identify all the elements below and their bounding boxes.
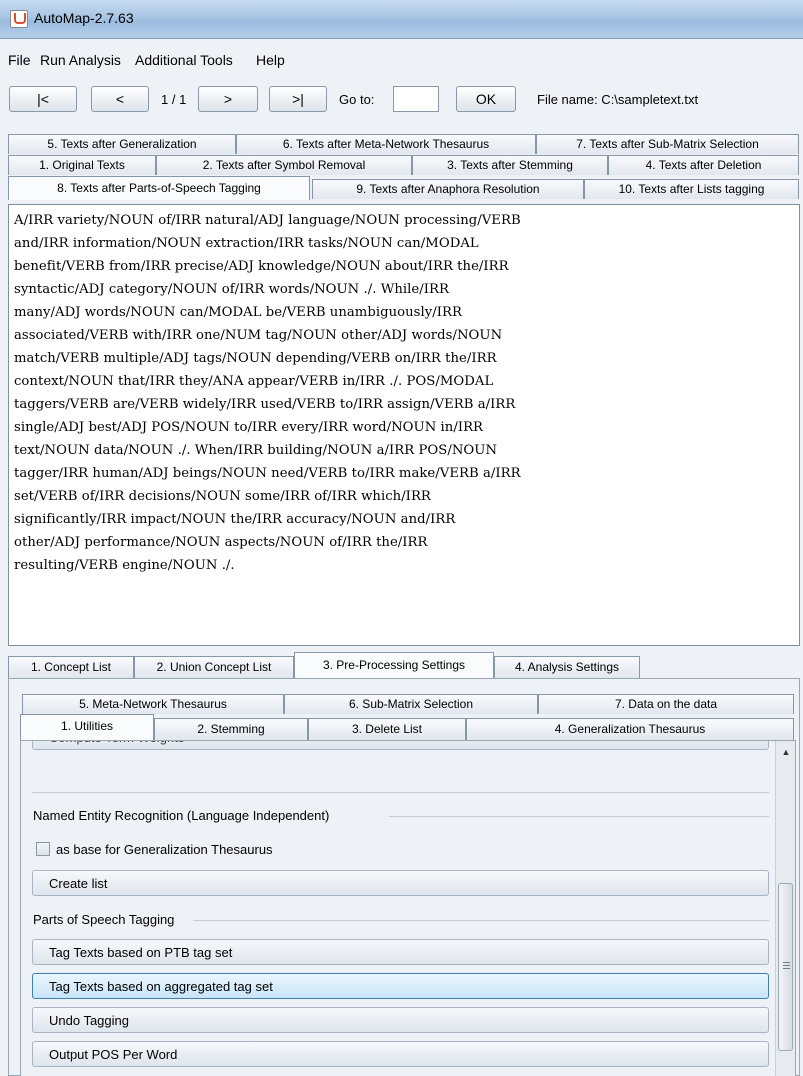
ok-button[interactable]: OK — [456, 86, 516, 112]
tab-pre-processing-settings[interactable]: 3. Pre-Processing Settings — [294, 652, 494, 678]
first-page-button[interactable]: |< — [9, 86, 77, 112]
tab-texts-generalization[interactable]: 5. Texts after Generalization — [8, 134, 236, 154]
tab-data-on-the-data[interactable]: 7. Data on the data — [538, 694, 794, 714]
tag-aggregated-button[interactable]: Tag Texts based on aggregated tag set — [32, 973, 769, 999]
goto-input[interactable] — [393, 86, 439, 112]
scroll-up-arrow-icon[interactable]: ▲ — [776, 741, 795, 761]
create-list-button[interactable]: Create list — [32, 870, 769, 896]
tab-analysis-settings[interactable]: 4. Analysis Settings — [494, 656, 640, 678]
tab-generalization-thesaurus[interactable]: 4. Generalization Thesaurus — [466, 718, 794, 740]
tab-texts-anaphora[interactable]: 9. Texts after Anaphora Resolution — [312, 179, 584, 199]
tab-texts-stemming[interactable]: 3. Texts after Stemming — [412, 155, 608, 175]
pos-group-line — [193, 920, 769, 921]
grip-icon — [783, 962, 790, 970]
group-separator — [32, 750, 769, 793]
java-icon — [10, 10, 28, 28]
tab-sub-matrix-selection[interactable]: 6. Sub-Matrix Selection — [284, 694, 538, 714]
tab-texts-meta-network[interactable]: 6. Texts after Meta-Network Thesaurus — [236, 134, 536, 154]
navigation-toolbar: |< < 1 / 1 > >| Go to: OK File name: C:\… — [0, 78, 803, 122]
tag-ptb-button[interactable]: Tag Texts based on PTB tag set — [32, 939, 769, 965]
tab-concept-list[interactable]: 1. Concept List — [8, 656, 134, 678]
undo-tagging-button[interactable]: Undo Tagging — [32, 1007, 769, 1033]
menu-additional-tools[interactable]: Additional Tools — [135, 52, 233, 68]
menu-run-analysis[interactable]: Run Analysis — [40, 52, 121, 68]
vertical-scrollbar[interactable]: ▲ — [775, 741, 795, 1076]
title-bar: AutoMap-2.7.63 — [0, 0, 803, 39]
generalization-base-checkbox[interactable] — [36, 842, 50, 856]
tab-texts-deletion[interactable]: 4. Texts after Deletion — [608, 155, 799, 175]
tab-texts-lists-tagging[interactable]: 10. Texts after Lists tagging — [584, 179, 799, 199]
pos-group-label: Parts of Speech Tagging — [33, 912, 175, 927]
app-window: AutoMap-2.7.63 File Run Analysis Additio… — [0, 0, 803, 1076]
last-page-button[interactable]: >| — [269, 86, 327, 112]
menu-bar: File Run Analysis Additional Tools Help — [0, 44, 803, 72]
scroll-thumb[interactable] — [778, 883, 793, 1051]
goto-label: Go to: — [339, 92, 375, 107]
checkbox-label: as base for Generalization Thesaurus — [56, 842, 273, 857]
output-pos-button[interactable]: Output POS Per Word — [32, 1041, 769, 1067]
next-page-button[interactable]: > — [198, 86, 258, 112]
tab-stemming[interactable]: 2. Stemming — [154, 718, 308, 740]
tab-texts-sub-matrix[interactable]: 7. Texts after Sub-Matrix Selection — [536, 134, 799, 154]
ner-group-line — [389, 816, 769, 817]
tab-meta-network-thesaurus[interactable]: 5. Meta-Network Thesaurus — [22, 694, 284, 714]
ner-group-label: Named Entity Recognition (Language Indep… — [33, 808, 330, 823]
previous-page-button[interactable]: < — [91, 86, 149, 112]
tab-delete-list[interactable]: 3. Delete List — [308, 718, 466, 740]
menu-help[interactable]: Help — [256, 52, 285, 68]
tab-texts-symbol-removal[interactable]: 2. Texts after Symbol Removal — [156, 155, 412, 175]
tab-texts-pos-tagging[interactable]: 8. Texts after Parts-of-Speech Tagging — [8, 176, 310, 200]
tab-original-texts[interactable]: 1. Original Texts — [8, 155, 156, 175]
tab-union-concept-list[interactable]: 2. Union Concept List — [134, 656, 294, 678]
utilities-panel: Compute Term Weights Named Entity Recogn… — [20, 740, 796, 1076]
tab-utilities[interactable]: 1. Utilities — [20, 714, 154, 741]
menu-file[interactable]: File — [8, 52, 31, 68]
file-name-label: File name: C:\sampletext.txt — [537, 92, 699, 107]
window-title: AutoMap-2.7.63 — [34, 10, 134, 26]
tagged-text-area[interactable]: A/IRR variety/NOUN of/IRR natural/ADJ la… — [8, 204, 800, 646]
page-indicator: 1 / 1 — [161, 92, 187, 107]
compute-term-weights-button[interactable]: Compute Term Weights — [32, 741, 769, 750]
